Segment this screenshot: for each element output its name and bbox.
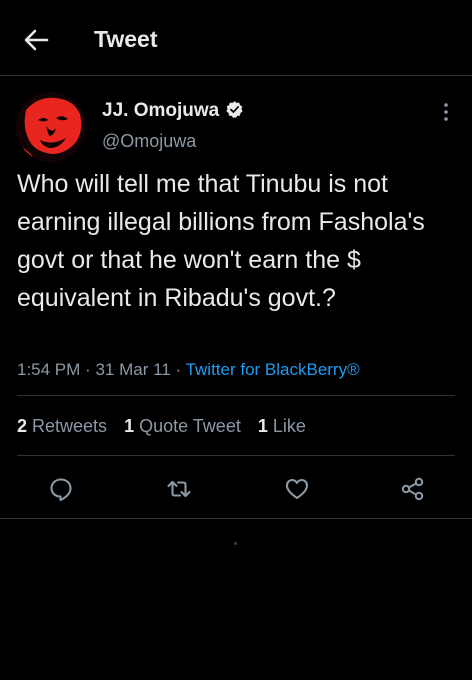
reply-icon <box>50 478 72 502</box>
more-options-button[interactable] <box>438 100 454 124</box>
author-handle[interactable]: @Omojuwa <box>102 130 196 152</box>
share-button[interactable] <box>399 475 427 503</box>
retweets-label: Retweets <box>32 416 108 436</box>
retweet-button[interactable] <box>165 475 193 503</box>
verified-badge-icon <box>226 101 243 118</box>
retweet-icon <box>167 480 191 498</box>
arrow-left-icon <box>24 29 49 51</box>
divider <box>17 455 455 456</box>
quotes-count: 1 <box>124 416 135 436</box>
author-name[interactable]: JJ. Omojuwa <box>102 99 244 123</box>
like-button[interactable] <box>283 475 311 503</box>
meta-separator: · <box>175 360 182 379</box>
page-title: Tweet <box>94 26 158 52</box>
likes-label: Like <box>272 416 306 436</box>
quotes-label: Quote Tweet <box>139 416 241 436</box>
avatar[interactable] <box>16 92 86 162</box>
likes-count: 1 <box>257 416 268 436</box>
reply-button[interactable] <box>47 475 75 503</box>
author-name-text[interactable]: JJ. Omojuwa <box>102 100 219 121</box>
more-vertical-icon <box>444 103 448 121</box>
loading-indicator <box>234 542 237 545</box>
likes-stat[interactable]: 1 Like <box>258 416 306 436</box>
tweet-date[interactable]: 31 Mar 11 <box>95 360 170 379</box>
divider <box>17 395 455 396</box>
like-icon <box>285 478 309 500</box>
share-icon <box>401 477 424 501</box>
retweets-count: 2 <box>17 416 28 436</box>
retweets-stat[interactable]: 2 Retweets <box>17 416 107 436</box>
tweet-metadata: 1:54 PM · 31 Mar 11 · Twitter for BlackB… <box>17 358 360 382</box>
quotes-stat[interactable]: 1 Quote Tweet <box>124 416 241 436</box>
top-bar: Tweet <box>0 0 472 76</box>
tweet-source[interactable]: Twitter for BlackBerry® <box>186 360 360 379</box>
tweet-text: Who will tell me that Tinubu is not earn… <box>17 170 425 312</box>
divider <box>0 518 472 519</box>
meta-separator: · <box>85 360 91 379</box>
tweet-stats: 2 Retweets 1 Quote Tweet 1 Like <box>17 414 318 438</box>
back-button[interactable] <box>20 24 52 56</box>
tweet-time[interactable]: 1:54 PM <box>17 360 80 379</box>
